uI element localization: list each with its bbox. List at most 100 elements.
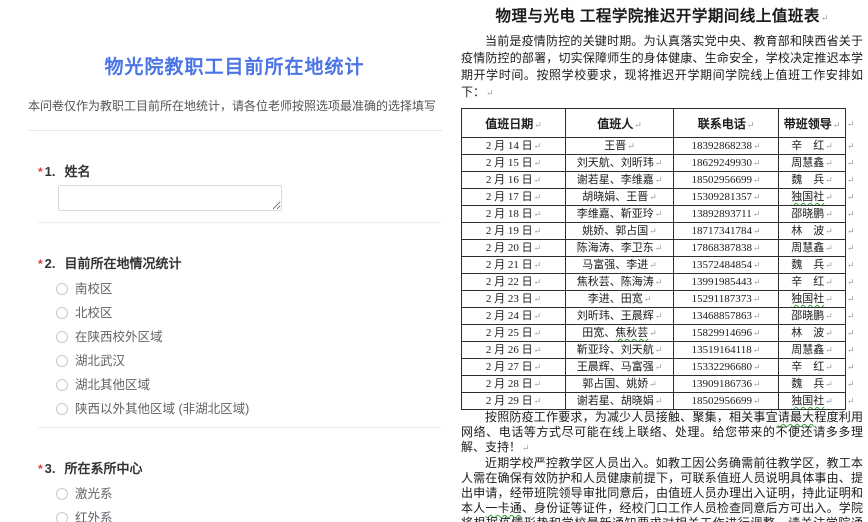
paragraph-mark-icon: ↵ — [753, 141, 761, 151]
text-run: 魏 兵 — [791, 259, 824, 271]
phone-number: 18392868238 — [691, 140, 752, 152]
paragraph-mark-icon: ↵ — [847, 192, 855, 202]
duty-date: 2 月 27 日 — [486, 361, 533, 373]
row-end-mark: ↵ — [846, 206, 860, 223]
paragraph-mark-icon: ↵ — [847, 226, 855, 236]
paragraph-mark-icon: ↵ — [534, 311, 542, 321]
phone-number: 15309281357 — [691, 191, 752, 203]
phone-number: 18717341784 — [691, 225, 752, 237]
paragraph-mark-icon: ↵ — [825, 209, 833, 219]
radio-option[interactable]: 在陕西校外区域 — [56, 330, 441, 344]
row-end-mark: ↵ — [846, 109, 860, 138]
text-run: 独国社 — [791, 191, 824, 203]
text-run: 王晋 — [604, 140, 626, 152]
paragraph-mark-icon: ↵ — [753, 379, 761, 389]
phone-number: 13892893711 — [692, 208, 752, 220]
options-list: 激光系红外系 — [56, 487, 441, 522]
duty-date: 2 月 24 日 — [486, 310, 533, 322]
text-run: 王晨辉、马富强 — [577, 361, 654, 373]
paragraph-mark-icon: ↵ — [753, 277, 761, 287]
paragraph-mark-icon: ↵ — [825, 175, 833, 185]
paragraph-mark-icon: ↵ — [655, 243, 663, 253]
leader-cell: 独国社↵ — [779, 291, 846, 308]
duty-row: 2 月 24 日↵刘昕玮、王晨辉↵13468857863↵邵晓鹏↵↵ — [462, 308, 860, 325]
duty-person-cell: 谢若星、胡晓娟↵ — [566, 393, 674, 410]
duty-date-cell: 2 月 28 日↵ — [462, 376, 566, 393]
phone-number: 13519164118 — [692, 344, 752, 356]
paragraph-mark-icon: ↵ — [825, 345, 833, 355]
text-run: 周慧鑫 — [791, 157, 824, 169]
dotted-divider — [28, 130, 441, 131]
leader-cell: 林 波↵ — [779, 223, 846, 240]
leader-cell: 周慧鑫↵ — [779, 342, 846, 359]
radio-option[interactable]: 湖北武汉 — [56, 354, 441, 368]
phone-cell: 13991985443↵ — [674, 274, 779, 291]
table-header-cell: 值班日期↵ — [462, 109, 566, 138]
paragraph-mark-icon: ↵ — [534, 379, 542, 389]
radio-option[interactable]: 激光系 — [56, 487, 441, 501]
text-run: 林 波 — [791, 225, 824, 237]
radio-option[interactable]: 湖北其他区域 — [56, 378, 441, 392]
paragraph-mark-icon: ↵ — [655, 209, 663, 219]
paragraph-mark-icon: ↵ — [825, 277, 833, 287]
duty-person-cell: 李维嘉、靳亚玲↵ — [566, 206, 674, 223]
duty-date-cell: 2 月 16 日↵ — [462, 172, 566, 189]
duty-date-cell: 2 月 20 日↵ — [462, 240, 566, 257]
radio-option[interactable]: 南校区 — [56, 282, 441, 296]
paragraph-mark-icon: ↵ — [847, 209, 855, 219]
phone-cell: 17868387838↵ — [674, 240, 779, 257]
paragraph-mark-icon: ↵ — [534, 158, 542, 168]
duty-date: 2 月 17 日 — [486, 191, 533, 203]
text-run: 辛 红 — [791, 361, 824, 373]
paragraph-mark-icon: ↵ — [753, 158, 761, 168]
duty-date-cell: 2 月 15 日↵ — [462, 155, 566, 172]
radio-icon — [56, 488, 68, 500]
option-label: 湖北武汉 — [75, 354, 125, 368]
row-end-mark: ↵ — [846, 223, 860, 240]
duty-person-cell: 刘天航、刘昕玮↵ — [566, 155, 674, 172]
leader-cell: 周慧鑫↵ — [779, 155, 846, 172]
paragraph-mark-icon: ↵ — [534, 396, 542, 406]
paragraph-mark-icon: ↵ — [753, 243, 761, 253]
duty-person-cell: 姚娇、郭占国↵ — [566, 223, 674, 240]
table-header-cell: 带班领导↵ — [779, 109, 846, 138]
paragraph-mark-icon: ↵ — [833, 120, 841, 130]
duty-date-cell: 2 月 29 日↵ — [462, 393, 566, 410]
text-run: 胡晓娟、王晋 — [582, 191, 648, 203]
leader-cell: 周慧鑫↵ — [779, 240, 846, 257]
duty-date: 2 月 14 日 — [486, 140, 533, 152]
duty-date: 2 月 25 日 — [486, 327, 533, 339]
survey-form-panel: 物光院教职工目前所在地统计 本问卷仅作为教职工目前所在地统计，请各位老师按照选项… — [0, 0, 455, 522]
radio-option[interactable]: 北校区 — [56, 306, 441, 320]
header-text: 带班领导 — [784, 117, 832, 131]
duty-person-cell: 郭占国、姚娇↵ — [566, 376, 674, 393]
paragraph-mark-icon: ↵ — [634, 120, 642, 130]
text-run: 、身份证等证件，经校门口工作人员检查同意后方可出入。学院将根据疫情形势和学校最新… — [461, 501, 863, 522]
duty-row: 2 月 20 日↵陈海涛、李卫东↵17868387838↵周慧鑫↵↵ — [462, 240, 860, 257]
paragraph-mark-icon: ↵ — [825, 158, 833, 168]
paragraph-mark-icon: ↵ — [825, 311, 833, 321]
form-title: 物光院教职工目前所在地统计 — [28, 52, 441, 79]
text-run: 马富强、李进 — [582, 259, 648, 271]
option-label: 湖北其他区域 — [75, 378, 150, 392]
paragraph-mark-icon: ↵ — [825, 294, 833, 304]
answer-textarea[interactable] — [58, 185, 282, 211]
radio-icon — [56, 379, 68, 391]
paragraph-mark-icon: ↵ — [655, 175, 663, 185]
radio-option[interactable]: 红外系 — [56, 511, 441, 522]
paragraph-mark-icon: ↵ — [847, 362, 855, 372]
paragraph-mark-icon: ↵ — [753, 362, 761, 372]
question-number: 3. — [45, 461, 56, 476]
radio-option[interactable]: 陕西以外其他区域 (非湖北区域) — [56, 402, 441, 416]
paragraph-mark-icon: ↵ — [825, 141, 833, 151]
questions: *1.姓名*2.目前所在地情况统计南校区北校区在陕西校外区域湖北武汉湖北其他区域… — [38, 164, 441, 522]
paragraph-mark-icon: ↵ — [747, 120, 755, 130]
table-header-row: 值班日期↵值班人↵联系电话↵带班领导↵↵ — [462, 109, 860, 138]
phone-number: 15829914696 — [691, 327, 752, 339]
header-text: 联系电话 — [698, 117, 746, 131]
duty-row: 2 月 23 日↵李进、田宽↵15291187373↵独国社↵↵ — [462, 291, 860, 308]
option-label: 在陕西校外区域 — [75, 330, 163, 344]
paragraph-mark-icon: ↵ — [534, 209, 542, 219]
option-label: 北校区 — [75, 306, 113, 320]
paragraph-mark-icon: ↵ — [847, 175, 855, 185]
